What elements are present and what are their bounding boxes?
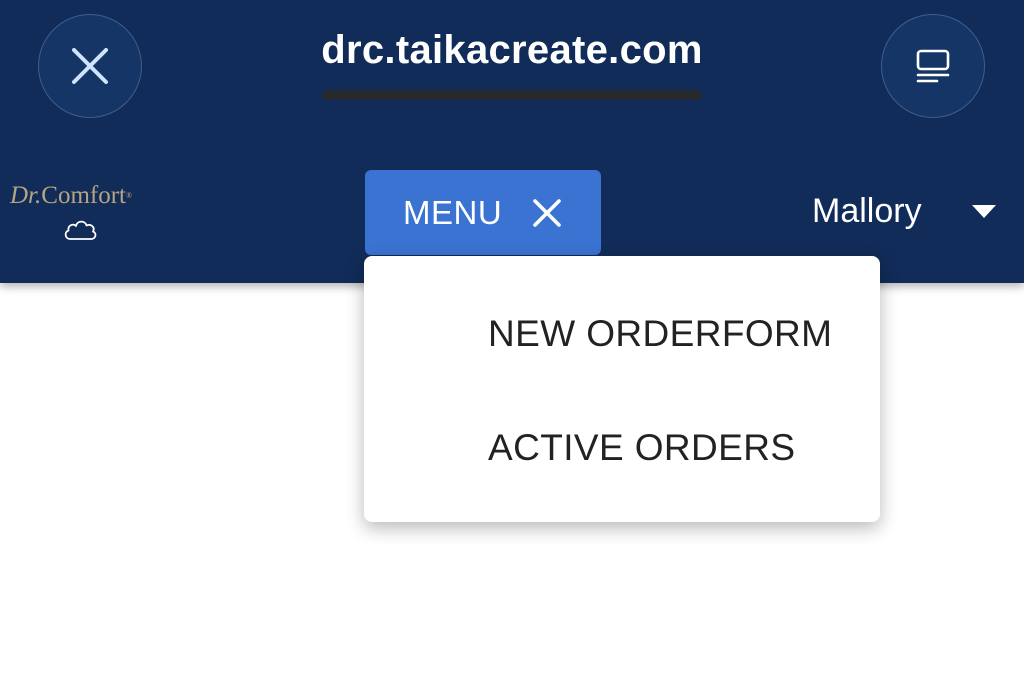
caret-down-icon[interactable] [972,205,996,219]
logo-text: Dr.Comfort® [10,182,133,209]
menu-item-active-orders[interactable]: ACTIVE ORDERS [488,427,795,469]
cloud-icon [64,220,97,240]
menu-label: MENU [403,193,503,231]
reader-view-button[interactable] [881,14,985,118]
browser-url[interactable]: drc.taikacreate.com [0,28,1024,73]
menu-dropdown: NEW ORDERFORM ACTIVE ORDERS [364,256,880,522]
page-load-progress-bar [322,90,702,100]
user-name[interactable]: Mallory [812,192,922,231]
dr-comfort-logo[interactable]: Dr.Comfort® [10,182,152,246]
menu-toggle-button[interactable]: MENU [365,170,601,255]
reader-icon [916,49,950,83]
close-icon [532,198,562,228]
menu-item-new-orderform[interactable]: NEW ORDERFORM [488,313,832,355]
app-header: drc.taikacreate.com Dr.Comfort® MENU Mal… [0,0,1024,283]
